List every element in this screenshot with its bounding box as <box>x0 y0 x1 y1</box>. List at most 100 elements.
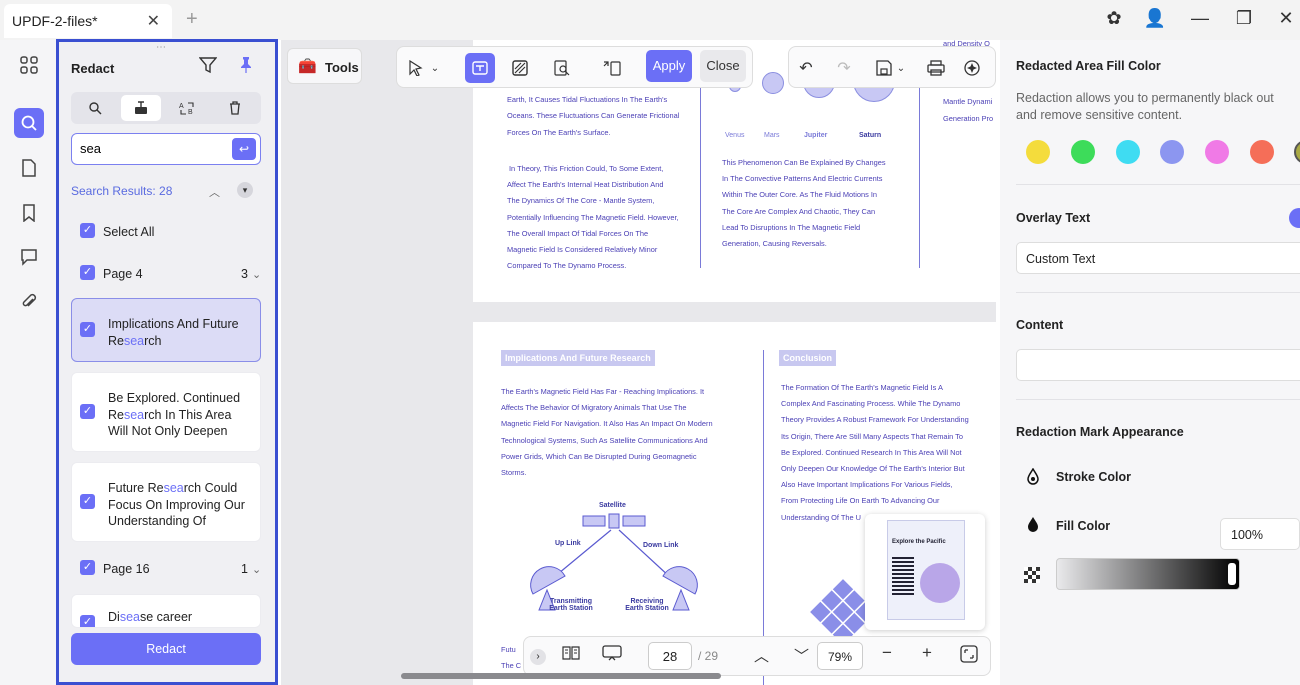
maximize-button[interactable]: ❐ <box>1232 8 1256 29</box>
undo-icon[interactable]: ↶ <box>791 53 821 83</box>
search-icon[interactable] <box>14 108 44 138</box>
stroke-color-icon[interactable] <box>1026 467 1040 489</box>
document-tab[interactable]: UPDF-2-files* ✕ <box>4 4 172 38</box>
search-result-item[interactable]: ✓ Future Research Could Focus On Improvi… <box>71 462 261 542</box>
select-all-checkbox[interactable]: ✓ <box>80 223 95 238</box>
diagram-label: Transmitting Earth Station <box>549 598 593 612</box>
zoom-in-icon[interactable]: + <box>922 643 932 663</box>
filter-icon[interactable] <box>198 56 218 79</box>
expand-all-icon[interactable]: ▾ <box>237 182 253 198</box>
swatch-yellow[interactable] <box>1026 140 1050 164</box>
attachment-icon[interactable] <box>14 287 44 317</box>
overlay-text-heading: Overlay Text <box>1016 211 1091 225</box>
fill-color-icon[interactable] <box>1026 516 1040 537</box>
page-thumbnail-preview[interactable]: Explore the Pacific <box>865 514 985 630</box>
pdf-page: Implications And Future Research The Ear… <box>473 322 996 685</box>
pages-icon[interactable] <box>14 153 44 183</box>
redact-pages-icon[interactable] <box>597 53 627 83</box>
page-text: Futu The C <box>501 645 522 671</box>
apply-button[interactable]: Apply <box>646 50 692 82</box>
redo-icon[interactable]: ↷ <box>829 53 859 83</box>
mark-area-icon[interactable] <box>505 53 535 83</box>
search-result-item[interactable]: ✓ Implications And Future Research <box>71 298 261 362</box>
divider <box>1016 292 1300 293</box>
new-tab-button[interactable]: + <box>186 8 198 31</box>
page-text: The Earth's Magnetic Field Has Far - Rea… <box>501 387 713 478</box>
overlay-toggle[interactable] <box>1289 208 1300 228</box>
opacity-slider[interactable] <box>1056 558 1240 590</box>
page-group-label: Page 16 <box>103 562 150 576</box>
column-divider <box>919 70 920 268</box>
drag-handle-icon[interactable]: ⋯ <box>156 42 166 53</box>
swatch-cyan[interactable] <box>1116 140 1140 164</box>
comment-icon[interactable] <box>14 242 44 272</box>
redact-mode-switch: AB <box>71 92 261 124</box>
result-checkbox[interactable]: ✓ <box>80 615 95 627</box>
redact-button[interactable]: Redact <box>71 633 261 665</box>
page-number-input[interactable]: 28 <box>648 642 692 670</box>
chevron-down-icon[interactable]: ⌄ <box>427 53 443 83</box>
search-result-item[interactable]: ✓ Disease career deuekp^ert <box>71 594 261 628</box>
planet-label: Saturn <box>859 132 882 139</box>
collapse-icon[interactable]: ︿ <box>209 184 220 200</box>
print-icon[interactable] <box>921 53 951 83</box>
edit-toolbar: ↶ ↷ ⌄ <box>788 46 996 88</box>
reading-mode-icon[interactable] <box>562 645 580 665</box>
close-tab-icon[interactable]: ✕ <box>147 11 160 31</box>
swatch-pink[interactable] <box>1205 140 1229 164</box>
page-text: In Theory, This Friction Could, To Some … <box>507 164 679 271</box>
search-mode-icon[interactable] <box>75 95 115 121</box>
search-field[interactable]: ↩ <box>71 133 261 165</box>
result-checkbox[interactable]: ✓ <box>80 494 95 509</box>
tools-button[interactable]: 🧰 Tools <box>287 48 362 84</box>
replace-mode-icon[interactable]: AB <box>167 95 207 121</box>
theme-icon[interactable]: ✿ <box>1102 8 1126 29</box>
swatch-blue[interactable] <box>1160 140 1184 164</box>
account-icon[interactable]: 👤 <box>1143 8 1167 29</box>
thumbnails-icon[interactable] <box>14 50 44 80</box>
zoom-level[interactable]: 79% <box>817 642 863 670</box>
content-input[interactable] <box>1016 349 1300 381</box>
previous-page-icon[interactable]: ︿ <box>754 645 769 666</box>
swatch-green[interactable] <box>1071 140 1095 164</box>
bookmark-icon[interactable] <box>14 198 44 228</box>
result-checkbox[interactable]: ✓ <box>80 404 95 419</box>
find-redact-icon[interactable] <box>547 53 577 83</box>
close-button[interactable]: Close <box>700 50 746 82</box>
svg-text:B: B <box>188 109 193 115</box>
search-submit-button[interactable]: ↩ <box>232 138 256 160</box>
close-window-button[interactable]: ✕ <box>1274 8 1298 29</box>
chevron-down-icon[interactable]: ⌄ <box>893 53 909 83</box>
planet-label: Mars <box>764 132 780 139</box>
result-checkbox[interactable]: ✓ <box>80 322 95 337</box>
select-all-label: Select All <box>103 225 155 239</box>
thumbnail-title: Explore the Pacific <box>892 539 946 545</box>
pin-icon[interactable] <box>237 56 255 79</box>
presentation-icon[interactable] <box>602 645 622 665</box>
chevron-down-icon[interactable]: ⌄ <box>252 268 261 281</box>
mark-text-icon[interactable] <box>465 53 495 83</box>
opacity-value[interactable]: 100% <box>1220 518 1300 550</box>
fit-page-icon[interactable] <box>960 645 978 667</box>
ai-assistant-icon[interactable] <box>957 53 987 83</box>
minimize-button[interactable]: — <box>1188 8 1212 29</box>
overlay-text-select[interactable]: Custom Text <box>1016 242 1300 274</box>
next-page-icon[interactable]: ﹀ <box>794 645 809 666</box>
delete-mode-icon[interactable] <box>215 95 255 121</box>
swatch-olive[interactable] <box>1294 140 1300 164</box>
search-result-item[interactable]: ✓ Be Explored. Continued Research In Thi… <box>71 372 261 452</box>
opacity-slider-handle[interactable] <box>1228 563 1236 585</box>
zoom-out-icon[interactable]: − <box>882 643 892 663</box>
page-group-label: Page 4 <box>103 267 143 281</box>
text-mode-icon[interactable] <box>121 95 161 121</box>
horizontal-scrollbar[interactable] <box>401 673 721 679</box>
page-group-checkbox[interactable]: ✓ <box>80 560 95 575</box>
search-input[interactable] <box>80 141 230 156</box>
chevron-down-icon[interactable]: ⌄ <box>252 563 261 576</box>
diagram-label: Receiving Earth Station <box>625 598 669 612</box>
page-group-checkbox[interactable]: ✓ <box>80 265 95 280</box>
stroke-color-label: Stroke Color <box>1056 470 1132 484</box>
swatch-red[interactable] <box>1250 140 1274 164</box>
column-divider <box>700 70 701 268</box>
expand-arrow-icon[interactable]: › <box>530 649 546 665</box>
